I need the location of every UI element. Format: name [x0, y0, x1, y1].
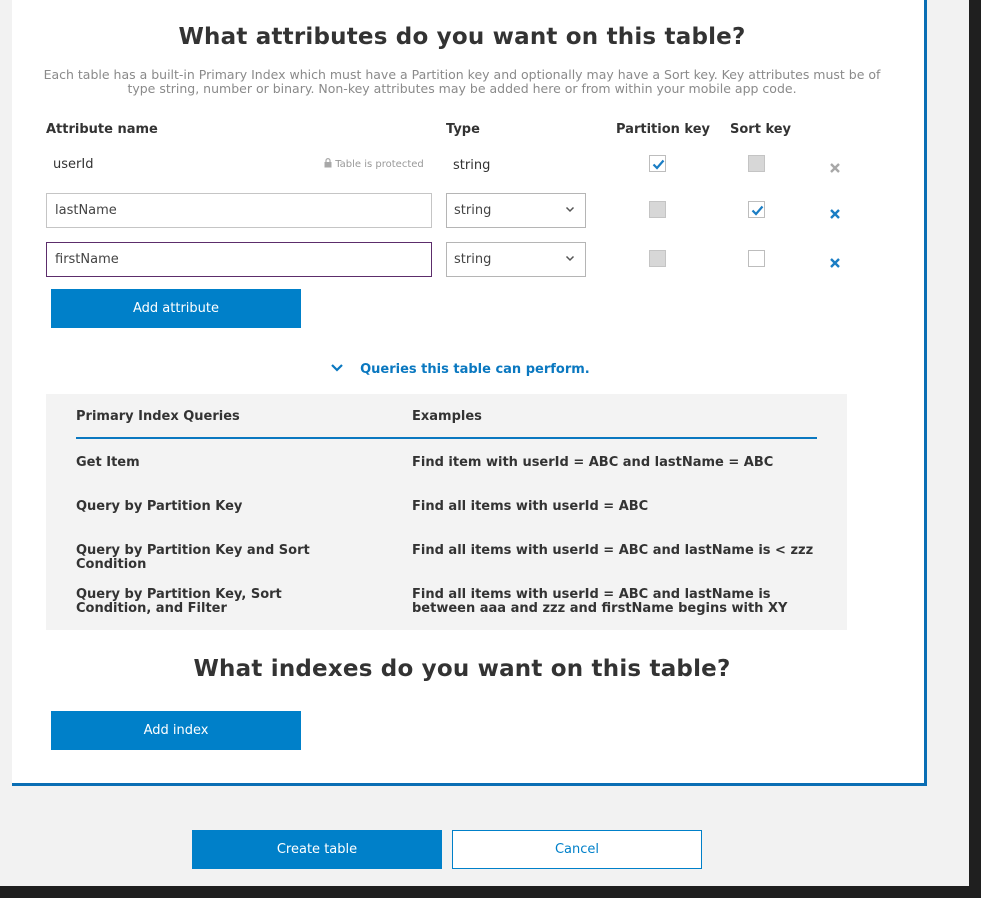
column-header-attribute-name: Attribute name — [46, 122, 158, 137]
attribute-type: string — [453, 158, 491, 173]
attribute-name-input[interactable]: lastName — [46, 193, 432, 228]
table-cell-example: Find all items with userId = ABC and las… — [412, 543, 814, 558]
chevron-down-icon — [564, 252, 576, 264]
attribute-type-value: string — [454, 203, 492, 218]
attribute-type-select[interactable]: string — [446, 242, 586, 277]
column-header-sort-key: Sort key — [730, 122, 792, 137]
table-cell-query: Get Item — [76, 455, 140, 470]
sort-key-checkbox[interactable] — [748, 201, 765, 218]
table-cell-query: Query by Partition Key and Sort Conditio… — [76, 543, 310, 572]
attributes-heading: What attributes do you want on this tabl… — [178, 24, 746, 50]
chevron-down-icon — [564, 203, 576, 215]
attributes-description: Each table has a built-in Primary Index … — [43, 67, 881, 96]
add-index-button[interactable]: Add index — [51, 711, 301, 750]
attribute-row: userId Table is protected string — [46, 148, 846, 184]
table-cell-query: Query by Partition Key — [76, 499, 243, 514]
protected-label: Table is protected — [324, 158, 424, 171]
table-header-queries: Primary Index Queries — [76, 409, 240, 424]
create-table-button[interactable]: Create table — [192, 830, 442, 869]
attribute-name-input[interactable]: firstName — [46, 242, 432, 277]
attribute-type-select[interactable]: string — [446, 193, 586, 228]
partition-key-checkbox — [649, 201, 666, 218]
partition-key-checkbox — [649, 250, 666, 267]
table-cell-example: Find item with userId = ABC and lastName… — [412, 455, 774, 470]
column-header-partition-key: Partition key — [616, 122, 711, 137]
table-cell-query: Query by Partition Key, Sort Condition, … — [76, 587, 282, 616]
queries-toggle[interactable]: Queries this table can perform. — [330, 358, 590, 377]
queries-table: Primary Index Queries Examples Get Item … — [46, 394, 847, 630]
attribute-row: firstName string — [46, 242, 846, 278]
indexes-heading: What indexes do you want on this table? — [193, 656, 731, 682]
checkmark-icon — [652, 159, 665, 170]
attribute-type-value: string — [454, 252, 492, 267]
table-header-divider — [76, 437, 817, 439]
column-header-type: Type — [446, 122, 480, 137]
chevron-down-icon — [330, 358, 344, 377]
remove-icon[interactable] — [829, 205, 841, 219]
lock-icon — [324, 158, 332, 171]
table-cell-example: Find all items with userId = ABC — [412, 499, 649, 514]
queries-toggle-label: Queries this table can perform. — [360, 362, 590, 377]
sort-key-checkbox[interactable] — [748, 250, 765, 267]
add-attribute-button[interactable]: Add attribute — [51, 289, 301, 328]
table-header-examples: Examples — [412, 409, 482, 424]
checkmark-icon — [751, 205, 764, 216]
table-configuration-panel: What attributes do you want on this tabl… — [12, 0, 927, 786]
attribute-row: lastName string — [46, 193, 846, 229]
sort-key-checkbox — [748, 155, 765, 172]
attribute-name: userId — [53, 157, 94, 172]
partition-key-checkbox[interactable] — [649, 155, 666, 172]
cancel-button[interactable]: Cancel — [452, 830, 702, 869]
protected-text: Table is protected — [335, 159, 424, 170]
dialog-frame: What attributes do you want on this tabl… — [0, 0, 969, 886]
remove-icon — [829, 159, 841, 173]
table-cell-example: Find all items with userId = ABC and las… — [412, 587, 788, 616]
remove-icon[interactable] — [829, 254, 841, 268]
